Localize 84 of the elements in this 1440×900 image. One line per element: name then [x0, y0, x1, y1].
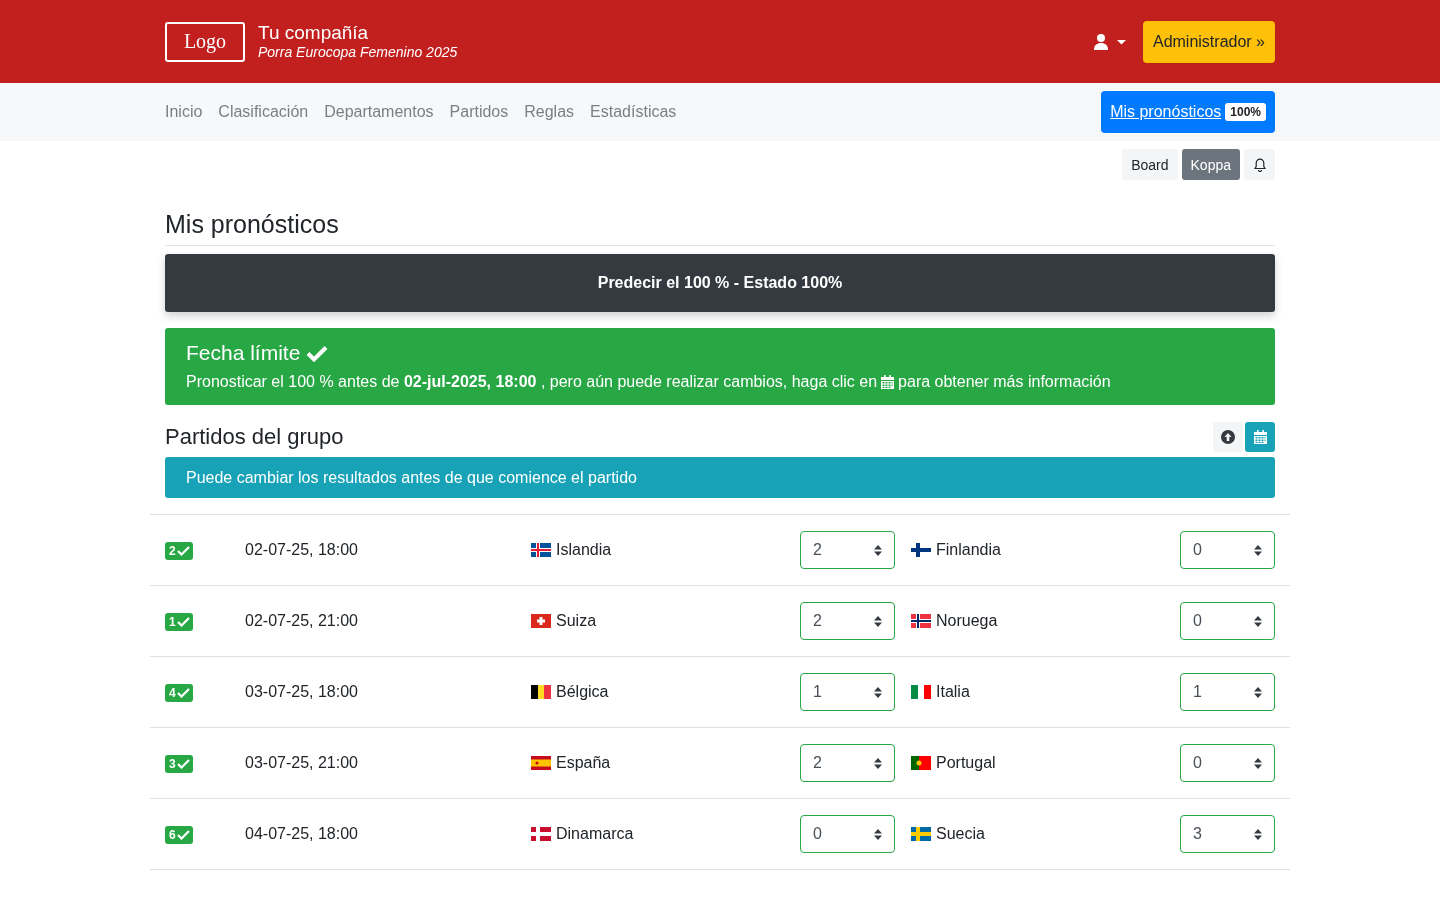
flag-icon [531, 756, 551, 770]
check-icon [176, 687, 190, 698]
score-select[interactable]: 1 [1180, 673, 1275, 711]
select-arrows-icon [874, 757, 882, 769]
bell-icon [1253, 157, 1266, 172]
check-icon [306, 344, 329, 362]
check-icon [176, 829, 190, 840]
select-arrows-icon [874, 544, 882, 556]
check-icon [176, 616, 190, 627]
flag-icon [911, 543, 931, 557]
select-arrows-icon [874, 828, 882, 840]
progress-badge: 100% [1225, 103, 1266, 121]
flag-icon [911, 685, 931, 699]
flag-icon [911, 756, 931, 770]
alert-title: Fecha límite [186, 341, 301, 365]
nav-link[interactable]: Inicio [165, 103, 203, 121]
team-name: Finlandia [936, 541, 1001, 559]
match-date: 03-07-25, 18:00 [245, 683, 359, 701]
alert-text: para obtener más información [898, 373, 1111, 391]
admin-button[interactable]: Administrador » [1142, 20, 1275, 63]
match-badge: 2 [165, 541, 193, 560]
match-badge: 4 [165, 683, 193, 702]
logo[interactable]: Logo [165, 21, 245, 62]
flag-icon [911, 614, 931, 628]
check-icon [176, 545, 190, 556]
team-name: Islandia [556, 541, 612, 559]
status-bar: Predecir el 100 % - Estado 100% [165, 254, 1275, 312]
arrow-up-circle-icon [1221, 430, 1235, 444]
match-badge: 6 [165, 825, 193, 844]
flag-icon [531, 827, 551, 841]
match-date: 02-07-25, 21:00 [245, 612, 359, 630]
team-name: Portugal [936, 754, 996, 772]
match-date: 02-07-25, 18:00 [245, 541, 359, 559]
my-predictions-button[interactable]: Mis pronósticos 100% [1101, 91, 1275, 133]
nav-link[interactable]: Estadísticas [590, 103, 677, 121]
nav-link[interactable]: Clasificación [218, 103, 309, 121]
select-arrows-icon [1254, 757, 1262, 769]
score-select[interactable]: 2 [800, 531, 895, 569]
select-arrows-icon [1254, 615, 1262, 627]
team-name: Dinamarca [556, 825, 634, 843]
notifications-button[interactable] [1244, 149, 1275, 180]
select-arrows-icon [1254, 686, 1262, 698]
page-title: Mis pronósticos [165, 210, 1275, 246]
match-date: 03-07-25, 21:00 [245, 754, 359, 772]
team-name: Suiza [556, 612, 597, 630]
flag-icon [531, 614, 551, 628]
company-name: Tu compañía [258, 22, 370, 44]
nav-link[interactable]: Departamentos [324, 103, 434, 121]
match-date: 04-07-25, 18:00 [245, 825, 359, 843]
flag-icon [531, 543, 551, 557]
score-select[interactable]: 0 [1180, 531, 1275, 569]
alert-text: Pronosticar el 100 % antes de 02-jul-2025, 18:00 , pero aún puede realizar cambios, haga clic en [186, 373, 878, 391]
toggle-button[interactable]: Board [1122, 149, 1178, 180]
scroll-up-button[interactable] [1213, 422, 1243, 452]
calendar-icon [1253, 430, 1267, 444]
team-name: Suecia [936, 825, 985, 843]
score-select[interactable]: 2 [800, 744, 895, 782]
check-icon [176, 758, 190, 769]
score-select[interactable]: 0 [800, 815, 895, 853]
nav-link[interactable]: Partidos [449, 103, 509, 121]
score-select[interactable]: 0 [1180, 744, 1275, 782]
info-alert: Puede cambiar los resultados antes de que comience el partido [165, 457, 1275, 498]
team-name: España [556, 754, 611, 772]
select-arrows-icon [874, 615, 882, 627]
team-name: Bélgica [556, 683, 609, 701]
score-select[interactable]: 0 [1180, 602, 1275, 640]
team-name: Italia [936, 683, 970, 701]
score-select[interactable]: 1 [800, 673, 895, 711]
score-select[interactable]: 3 [1180, 815, 1275, 853]
match-badge: 3 [165, 754, 193, 773]
select-arrows-icon [874, 686, 882, 698]
calendar-icon [881, 375, 895, 389]
team-name: Noruega [936, 612, 998, 630]
flag-icon [531, 685, 551, 699]
match-badge: 1 [165, 612, 193, 631]
section-title: Partidos del grupo [165, 424, 345, 450]
nav-link[interactable]: Reglas [524, 103, 575, 121]
flag-icon [911, 827, 931, 841]
user-menu-icon[interactable] [1093, 33, 1127, 50]
score-select[interactable]: 2 [800, 602, 895, 640]
toggle-button[interactable]: Koppa [1181, 149, 1240, 180]
select-arrows-icon [1254, 544, 1262, 556]
app-subtitle: Porra Eurocopa Femenino 2025 [258, 44, 458, 61]
select-arrows-icon [1254, 828, 1262, 840]
